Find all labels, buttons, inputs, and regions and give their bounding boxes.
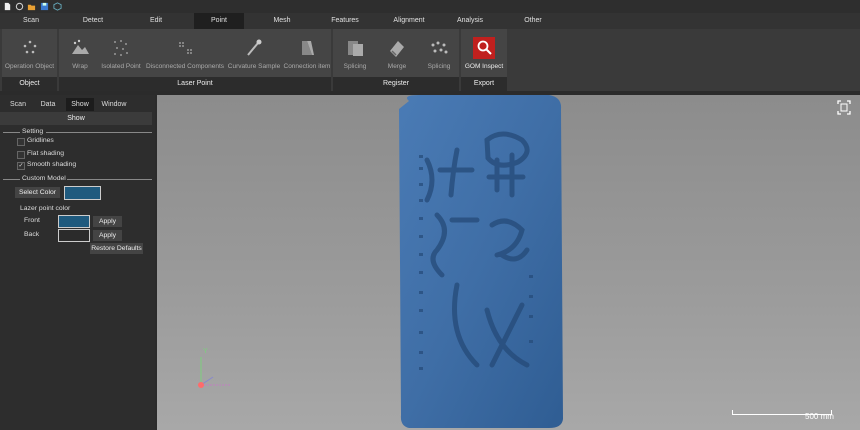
back-apply-button[interactable]: Apply — [93, 230, 122, 241]
wrap-icon — [72, 39, 89, 54]
ribbon-group-label-register: Register — [333, 77, 459, 91]
connection-item-button[interactable]: Connection item — [283, 31, 331, 75]
splicing-button[interactable]: Splicing — [335, 31, 375, 75]
splicing-points-label: Splicing — [427, 63, 451, 70]
flat-shading-checkbox[interactable] — [17, 151, 25, 159]
back-color-swatch[interactable] — [58, 229, 90, 242]
fit-view-icon[interactable] — [836, 100, 852, 116]
ribbon-group-laser-point: Wrap Isolated Point Disconnected Compone… — [59, 29, 331, 91]
ribbon-group-register: Splicing Merge Splicing Register — [333, 29, 459, 91]
splicing-points-button[interactable]: Splicing — [419, 31, 459, 75]
new-file-icon[interactable] — [3, 2, 12, 11]
isolated-point-label: Isolated Point — [101, 63, 141, 70]
front-apply-button[interactable]: Apply — [93, 216, 122, 227]
front-color-swatch[interactable] — [58, 215, 90, 228]
disconnected-components-icon — [179, 42, 192, 54]
panel-header: Show — [0, 112, 152, 125]
merge-button[interactable]: Merge — [377, 31, 417, 75]
axis-gizmo-icon — [198, 357, 231, 388]
back-label: Back — [24, 231, 40, 238]
isolated-point-icon — [114, 40, 128, 56]
custom-model-divider-right — [67, 179, 152, 180]
ribbon-group-export: GOM Inspect Export — [461, 29, 507, 91]
disconnected-components-button[interactable]: Disconnected Components — [145, 31, 225, 75]
curvature-sample-icon — [247, 39, 262, 56]
menu-tab-bar: Scan Detect Edit Point Mesh Features Ali… — [0, 13, 860, 29]
scanned-seal-model[interactable] — [399, 95, 563, 428]
3d-viewport[interactable]: Y 500 mm — [157, 95, 860, 430]
cube-view-icon[interactable] — [53, 2, 62, 11]
setting-divider-right — [46, 132, 152, 133]
gom-inspect-icon — [473, 37, 495, 59]
display-panel: Scan Data Show Window Show Setting Gridl… — [0, 95, 155, 430]
ribbon-group-object: Operation Object Object — [2, 29, 57, 91]
splicing-icon — [348, 41, 363, 56]
model-color-swatch[interactable] — [64, 186, 101, 200]
tab-other[interactable]: Other — [505, 13, 561, 29]
custom-model-section-title: Custom Model — [22, 175, 66, 182]
tab-features[interactable]: Features — [316, 13, 374, 29]
flat-shading-label: Flat shading — [27, 150, 65, 157]
tab-edit[interactable]: Edit — [124, 13, 188, 29]
tab-analysis[interactable]: Analysis — [442, 13, 498, 29]
tab-detect[interactable]: Detect — [62, 13, 124, 29]
setting-divider-left — [3, 132, 20, 133]
tab-alignment[interactable]: Alignment — [380, 13, 438, 29]
ribbon-group-label-laser-point: Laser Point — [59, 77, 331, 91]
ribbon-group-label-export: Export — [461, 77, 507, 91]
panel-tab-window[interactable]: Window — [98, 98, 130, 111]
curvature-sample-label: Curvature Sample — [227, 63, 281, 70]
tab-scan[interactable]: Scan — [0, 13, 62, 29]
connection-item-icon — [302, 41, 314, 55]
operation-object-button[interactable]: Operation Object — [2, 31, 57, 75]
gridlines-checkbox[interactable] — [17, 138, 25, 146]
curvature-sample-button[interactable]: Curvature Sample — [225, 31, 283, 75]
setting-section-title: Setting — [22, 128, 44, 135]
connection-item-label: Connection item — [283, 63, 331, 70]
gom-inspect-label: GOM Inspect — [464, 63, 504, 70]
gridlines-label: Gridlines — [27, 137, 54, 144]
lazer-point-color-label: Lazer point color — [20, 205, 71, 212]
operation-object-icon — [23, 40, 36, 54]
panel-tab-scan[interactable]: Scan — [4, 98, 32, 111]
checkmark-icon: ✓ — [18, 163, 24, 169]
ribbon: Operation Object Object Wrap Isolated Po… — [0, 29, 860, 91]
tab-point[interactable]: Point — [194, 13, 244, 29]
restore-defaults-button[interactable]: Restore Defaults — [90, 243, 143, 254]
isolated-point-button[interactable]: Isolated Point — [99, 31, 143, 75]
open-folder-icon[interactable] — [27, 2, 36, 11]
gom-inspect-button[interactable]: GOM Inspect — [461, 31, 507, 75]
open-recent-icon[interactable] — [15, 2, 24, 11]
front-label: Front — [24, 217, 40, 224]
custom-model-divider-left — [3, 179, 20, 180]
smooth-shading-label: Smooth shading — [27, 161, 77, 168]
tab-mesh[interactable]: Mesh — [252, 13, 312, 29]
disconnected-components-label: Disconnected Components — [145, 63, 225, 70]
wrap-button[interactable]: Wrap — [63, 31, 97, 75]
panel-tab-show[interactable]: Show — [66, 98, 94, 111]
panel-tab-data[interactable]: Data — [34, 98, 62, 111]
splicing-label: Splicing — [343, 63, 367, 70]
merge-icon — [390, 41, 404, 57]
smooth-shading-checkbox[interactable]: ✓ — [17, 162, 25, 170]
title-bar — [0, 0, 860, 13]
save-icon[interactable] — [40, 2, 49, 11]
select-color-button[interactable]: Select Color — [15, 187, 60, 198]
merge-label: Merge — [387, 63, 407, 70]
scale-label: 500 mm — [805, 412, 834, 421]
wrap-label: Wrap — [72, 63, 88, 70]
operation-object-label: Operation Object — [4, 63, 55, 70]
viewport-canvas — [198, 95, 852, 428]
axis-y-label: Y — [203, 348, 208, 355]
ribbon-group-label-object: Object — [2, 77, 57, 91]
splicing-points-icon — [431, 41, 448, 54]
